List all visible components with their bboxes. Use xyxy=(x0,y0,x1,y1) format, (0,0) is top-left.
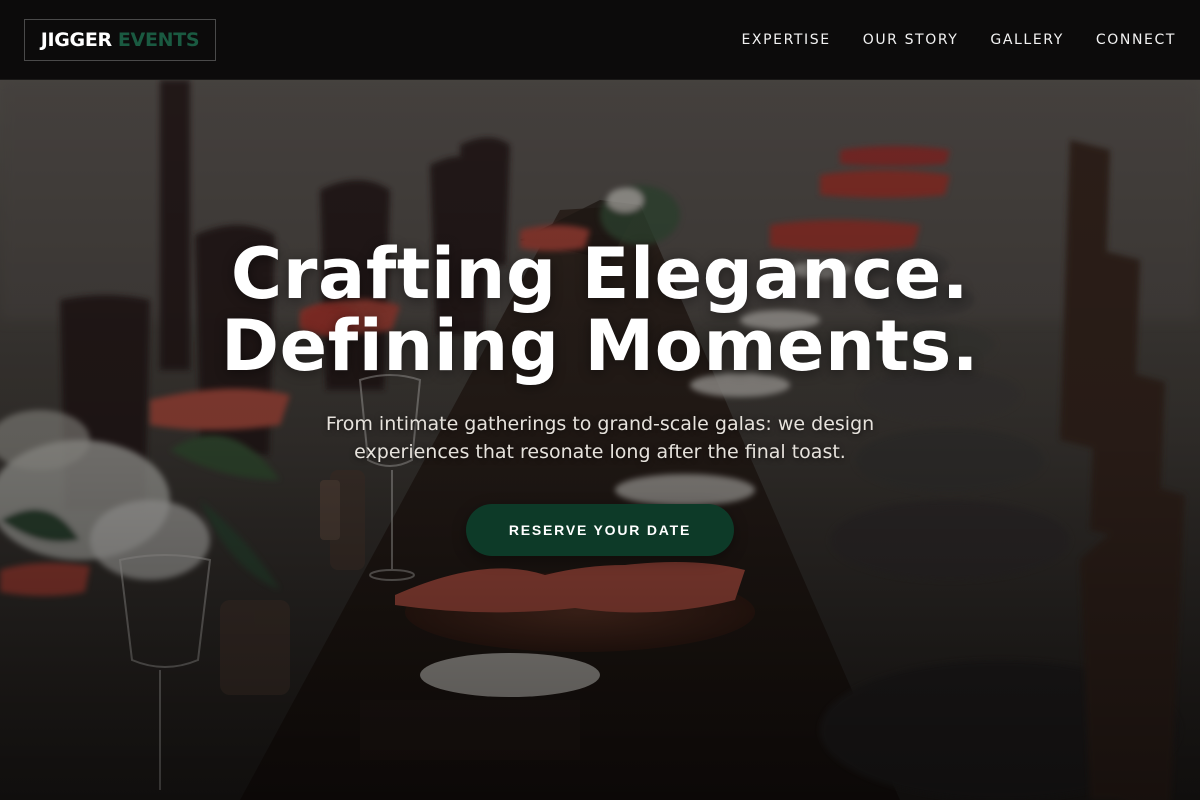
logo-word-jigger: JIGGER xyxy=(40,29,112,51)
nav-link-expertise[interactable]: EXPERTISE xyxy=(741,32,830,48)
nav-link-gallery[interactable]: GALLERY xyxy=(990,32,1063,48)
logo-link[interactable]: JIGGER EVENTS xyxy=(24,19,216,61)
main-nav: EXPERTISE OUR STORY GALLERY CONNECT xyxy=(741,0,1176,80)
nav-link-our-story[interactable]: OUR STORY xyxy=(863,32,959,48)
nav-link-connect[interactable]: CONNECT xyxy=(1096,32,1176,48)
logo-word-events: EVENTS xyxy=(117,29,200,51)
reserve-date-button[interactable]: RESERVE YOUR DATE xyxy=(466,504,734,556)
landing-page: JIGGER EVENTS EXPERTISE OUR STORY GALLER… xyxy=(0,0,1200,800)
hero-section: Crafting Elegance. Defining Moments. Fro… xyxy=(0,238,1200,556)
hero-title-line-1: Crafting Elegance. xyxy=(230,233,970,315)
hero-title-line-2: Defining Moments. xyxy=(220,305,980,387)
site-header: JIGGER EVENTS EXPERTISE OUR STORY GALLER… xyxy=(0,0,1200,80)
hero-title: Crafting Elegance. Defining Moments. xyxy=(0,238,1200,382)
hero-subtitle: From intimate gatherings to grand-scale … xyxy=(325,413,875,463)
